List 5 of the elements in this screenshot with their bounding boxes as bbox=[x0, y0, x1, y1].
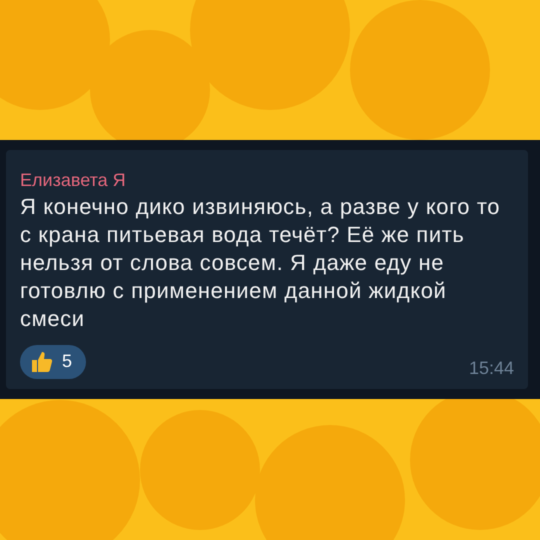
thumbs-up-icon bbox=[30, 350, 54, 374]
message-time: 15:44 bbox=[468, 358, 514, 378]
author-name: Елизавета Я bbox=[20, 170, 127, 190]
reaction-button[interactable]: 5 bbox=[20, 344, 86, 378]
message-text: Я конечно дико извиняюсь, а разве у кого то с крана питьевая вода течёт? Её же пить нельзя от слова совсем. Я даже еду не готовлю с применением данной жидкой смеси bbox=[20, 192, 502, 332]
